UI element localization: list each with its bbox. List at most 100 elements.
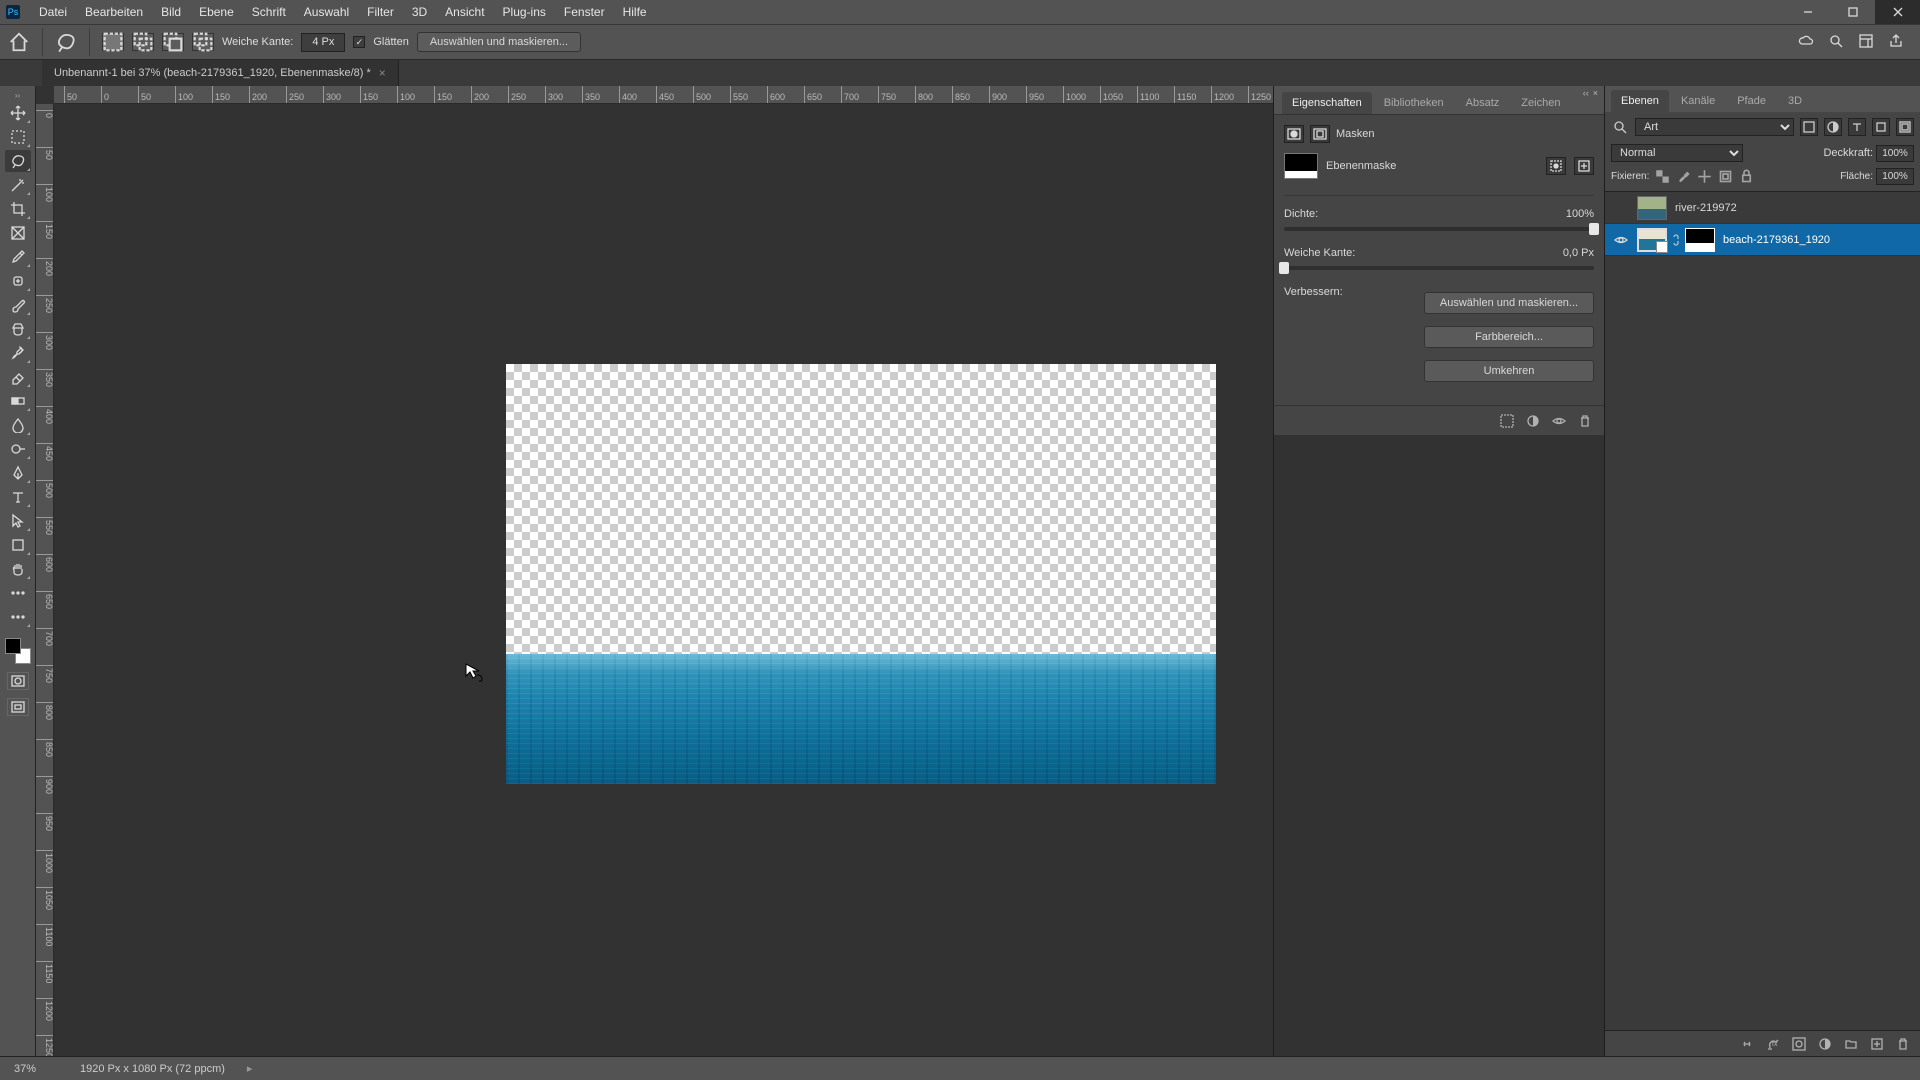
filter-adjustment-icon[interactable]	[1824, 118, 1842, 136]
layer-name[interactable]: beach-2179361_1920	[1719, 234, 1830, 246]
mask-select-icon[interactable]	[1546, 157, 1566, 175]
horizontal-ruler[interactable]: 5005010015020025030015010015020025030035…	[54, 86, 1273, 104]
tab-layers[interactable]: Ebenen	[1611, 90, 1669, 112]
color-range-button[interactable]: Farbbereich...	[1424, 326, 1594, 348]
new-layer-icon[interactable]	[1870, 1037, 1884, 1051]
menu-schrift[interactable]: Schrift	[243, 5, 295, 19]
lasso-tool[interactable]	[5, 150, 31, 172]
lock-transparency-icon[interactable]	[1655, 169, 1670, 184]
filter-type-icon[interactable]	[1848, 118, 1866, 136]
lasso-tool-indicator[interactable]	[55, 31, 77, 53]
type-tool[interactable]	[5, 486, 31, 508]
frame-tool[interactable]	[5, 222, 31, 244]
layer-style-icon[interactable]: fx	[1766, 1037, 1780, 1051]
lock-all-icon[interactable]	[1739, 169, 1754, 184]
crop-tool[interactable]	[5, 198, 31, 220]
gradient-tool[interactable]	[5, 390, 31, 412]
menu-auswahl[interactable]: Auswahl	[295, 5, 358, 19]
tab-3d[interactable]: 3D	[1778, 90, 1812, 112]
clone-stamp-tool[interactable]	[5, 318, 31, 340]
menu-ebene[interactable]: Ebene	[190, 5, 243, 19]
tab-paths[interactable]: Pfade	[1727, 90, 1776, 112]
opacity-value[interactable]: 100%	[1876, 145, 1914, 162]
blur-tool[interactable]	[5, 414, 31, 436]
screen-mode-toggle[interactable]	[7, 698, 29, 716]
edit-toolbar[interactable]	[5, 606, 31, 628]
layer-row[interactable]: beach-2179361_1920	[1605, 224, 1920, 256]
fill-value[interactable]: 100%	[1876, 168, 1914, 185]
menu-bild[interactable]: Bild	[152, 5, 190, 19]
menu-ansicht[interactable]: Ansicht	[436, 5, 493, 19]
menu-datei[interactable]: Datei	[30, 5, 76, 19]
filter-smart-icon[interactable]	[1896, 118, 1914, 136]
search-icon[interactable]	[1828, 33, 1844, 52]
tab-properties[interactable]: Eigenschaften	[1282, 92, 1372, 114]
path-selection-tool[interactable]	[5, 510, 31, 532]
zoom-level[interactable]: 37%	[14, 1063, 64, 1075]
menu-fenster[interactable]: Fenster	[555, 5, 614, 19]
cloud-docs-icon[interactable]	[1798, 33, 1814, 52]
select-and-mask-button[interactable]: Auswählen und maskieren...	[417, 32, 581, 52]
toggle-mask-icon[interactable]	[1552, 414, 1566, 428]
magic-wand-tool[interactable]	[5, 174, 31, 196]
adjustment-layer-icon[interactable]	[1818, 1037, 1832, 1051]
move-tool[interactable]	[5, 102, 31, 124]
new-group-icon[interactable]	[1844, 1037, 1858, 1051]
dodge-tool[interactable]	[5, 438, 31, 460]
more-tools[interactable]	[5, 582, 31, 604]
visibility-toggle[interactable]	[1609, 233, 1633, 247]
menu-3d[interactable]: 3D	[403, 5, 436, 19]
delete-layer-icon[interactable]	[1896, 1037, 1910, 1051]
mask-add-icon[interactable]	[1574, 157, 1594, 175]
eraser-tool[interactable]	[5, 366, 31, 388]
window-minimize-button[interactable]	[1785, 0, 1830, 24]
menu-filter[interactable]: Filter	[358, 5, 403, 19]
density-slider[interactable]	[1284, 227, 1594, 231]
antialias-checkbox[interactable]	[353, 36, 365, 48]
window-close-button[interactable]	[1875, 0, 1920, 24]
lock-artboard-icon[interactable]	[1718, 169, 1733, 184]
layer-thumbnail[interactable]	[1637, 228, 1667, 252]
menu-hilfe[interactable]: Hilfe	[614, 5, 656, 19]
home-button[interactable]	[8, 31, 30, 53]
history-brush-tool[interactable]	[5, 342, 31, 364]
share-icon[interactable]	[1888, 33, 1904, 52]
brush-tool[interactable]	[5, 294, 31, 316]
selection-add-button[interactable]	[132, 33, 154, 51]
selection-intersect-button[interactable]	[192, 33, 214, 51]
hand-tool[interactable]	[5, 558, 31, 580]
healing-brush-tool[interactable]	[5, 270, 31, 292]
layer-thumbnail[interactable]	[1637, 196, 1667, 220]
vertical-ruler[interactable]: 0501001502002503003504004505005506006507…	[36, 104, 54, 1056]
panel-collapse-icon[interactable]: ‹‹	[1583, 88, 1589, 98]
window-maximize-button[interactable]	[1830, 0, 1875, 24]
lock-pixels-icon[interactable]	[1676, 169, 1691, 184]
add-mask-icon[interactable]	[1792, 1037, 1806, 1051]
feather-mask-value[interactable]: 0,0 Px	[1563, 247, 1594, 259]
filter-pixel-icon[interactable]	[1800, 118, 1818, 136]
invert-mask-button[interactable]: Umkehren	[1424, 360, 1594, 382]
filter-shape-icon[interactable]	[1872, 118, 1890, 136]
layer-row[interactable]: river-219972	[1605, 192, 1920, 224]
canvas-viewport[interactable]	[54, 104, 1273, 1056]
panel-close-icon[interactable]: ×	[1593, 88, 1598, 98]
tab-paragraph[interactable]: Absatz	[1456, 92, 1510, 114]
menu-bearbeiten[interactable]: Bearbeiten	[76, 5, 152, 19]
color-swatches[interactable]	[5, 638, 31, 664]
mask-thumbnail[interactable]	[1284, 153, 1318, 179]
feather-input[interactable]	[301, 33, 345, 52]
apply-mask-icon[interactable]	[1526, 414, 1540, 428]
lock-position-icon[interactable]	[1697, 169, 1712, 184]
link-layers-icon[interactable]	[1740, 1037, 1754, 1051]
mask-thumbnail[interactable]	[1685, 228, 1715, 252]
document-dimensions[interactable]: 1920 Px x 1080 Px (72 ppcm)	[80, 1063, 225, 1075]
menu-plug-ins[interactable]: Plug-ins	[494, 5, 555, 19]
quick-mask-toggle[interactable]	[7, 672, 29, 690]
select-and-mask-refine-button[interactable]: Auswählen und maskieren...	[1424, 292, 1594, 314]
filter-kind-select[interactable]: Art	[1635, 118, 1794, 136]
selection-subtract-button[interactable]	[162, 33, 184, 51]
pen-tool[interactable]	[5, 462, 31, 484]
load-selection-icon[interactable]	[1500, 414, 1514, 428]
marquee-tool[interactable]	[5, 126, 31, 148]
tab-character[interactable]: Zeichen	[1511, 92, 1570, 114]
